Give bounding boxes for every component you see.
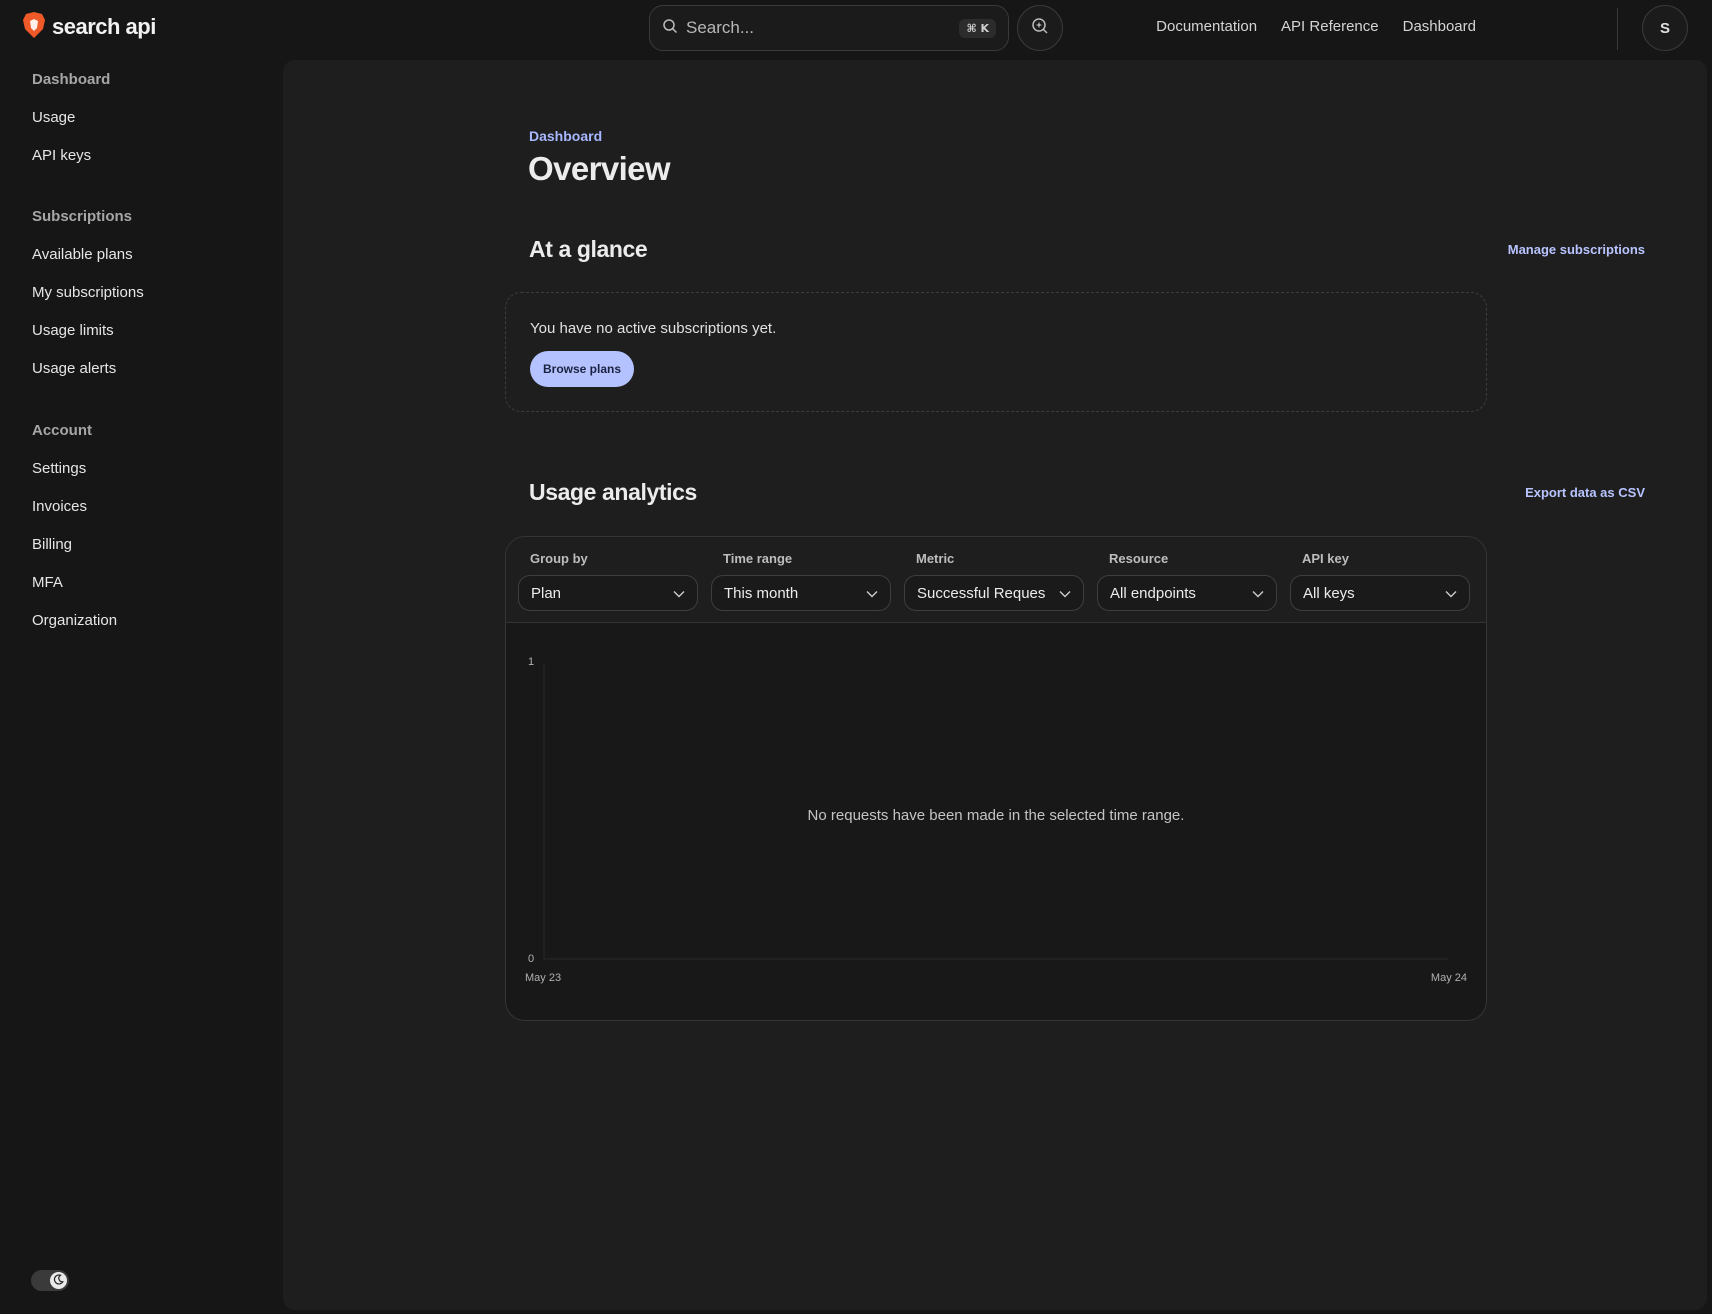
filter-label: Resource — [1109, 551, 1169, 566]
search-box[interactable]: ⌘ K — [649, 5, 1009, 51]
x-tick-label: May 23 — [525, 972, 562, 984]
x-tick-label: May 24 — [1430, 972, 1467, 984]
analytics-card: Group by Plan Time range This month Metr… — [505, 536, 1487, 1021]
sidebar: Dashboard Usage API keys Subscriptions A… — [0, 56, 283, 1314]
user-avatar-button[interactable]: S — [1642, 5, 1688, 51]
moon-icon — [53, 1272, 64, 1290]
filter-group-by: Group by Plan — [518, 551, 698, 611]
group-by-select[interactable]: Plan — [518, 575, 698, 611]
sidebar-item-settings[interactable]: Settings — [32, 460, 86, 477]
chevron-down-icon — [1445, 585, 1457, 602]
search-shortcut-badge: ⌘ K — [959, 18, 996, 38]
sidebar-group-account: Account — [32, 422, 92, 439]
chevron-down-icon — [866, 585, 878, 602]
select-value: All keys — [1303, 584, 1355, 602]
sidebar-item-usage-limits[interactable]: Usage limits — [32, 322, 114, 339]
select-value: Successful Reques — [917, 584, 1046, 602]
search-icon — [662, 18, 678, 39]
sidebar-item-usage-alerts[interactable]: Usage alerts — [32, 360, 116, 377]
sidebar-item-mfa[interactable]: MFA — [32, 574, 63, 591]
sidebar-item-usage[interactable]: Usage — [32, 109, 75, 126]
filter-label: API key — [1302, 551, 1349, 566]
filter-label: Time range — [723, 551, 793, 566]
brand-name: search api — [52, 14, 156, 39]
filter-label: Group by — [530, 551, 588, 566]
theme-knob — [50, 1272, 67, 1289]
no-subscriptions-message: You have no active subscriptions yet. — [530, 320, 777, 337]
filter-label: Metric — [916, 551, 955, 566]
search-input[interactable] — [686, 18, 960, 38]
nav-dashboard[interactable]: Dashboard — [1403, 18, 1476, 35]
nav-documentation[interactable]: Documentation — [1156, 18, 1257, 35]
top-bar: search api ⌘ K Documentation API Referen… — [0, 0, 1712, 56]
filters-bar: Group by Plan Time range This month Metr… — [506, 537, 1486, 623]
usage-chart: 1 0 May 23 May 24 No requests have been … — [506, 623, 1486, 1020]
sidebar-item-invoices[interactable]: Invoices — [32, 498, 87, 515]
analytics-title: Usage analytics — [529, 479, 697, 505]
page-title: Overview — [528, 150, 671, 187]
resource-select[interactable]: All endpoints — [1097, 575, 1277, 611]
chevron-down-icon — [1252, 585, 1264, 602]
manage-subscriptions-link[interactable]: Manage subscriptions — [1508, 242, 1645, 257]
export-csv-link[interactable]: Export data as CSV — [1525, 485, 1645, 500]
filter-resource: Resource All endpoints — [1097, 551, 1277, 611]
y-tick-label: 1 — [528, 656, 535, 668]
filter-time-range: Time range This month — [711, 551, 891, 611]
filter-metric: Metric Successful Reques — [904, 551, 1084, 611]
breadcrumb[interactable]: Dashboard — [529, 128, 602, 144]
subscriptions-card: You have no active subscriptions yet. Br… — [505, 292, 1487, 412]
time-range-select[interactable]: This month — [711, 575, 891, 611]
chevron-down-icon — [1059, 585, 1071, 602]
sidebar-item-my-subscriptions[interactable]: My subscriptions — [32, 284, 144, 301]
theme-toggle[interactable] — [31, 1270, 69, 1291]
nav-api-reference[interactable]: API Reference — [1281, 18, 1379, 35]
select-value: This month — [724, 584, 799, 602]
select-value: Plan — [531, 584, 562, 602]
filter-api-key: API key All keys — [1290, 551, 1470, 611]
sparkle-search-icon — [1031, 17, 1049, 40]
sidebar-item-api-keys[interactable]: API keys — [32, 147, 91, 164]
sidebar-item-available-plans[interactable]: Available plans — [32, 246, 133, 263]
sidebar-item-organization[interactable]: Organization — [32, 612, 117, 629]
select-value: All endpoints — [1110, 584, 1196, 602]
sidebar-group-subscriptions: Subscriptions — [32, 208, 133, 225]
glance-title: At a glance — [529, 236, 648, 262]
metric-select[interactable]: Successful Reques — [904, 575, 1084, 611]
main-panel: Dashboard Overview At a glance Manage su… — [283, 60, 1707, 1310]
brand-logo[interactable]: search api — [22, 11, 156, 44]
ai-search-button[interactable] — [1017, 5, 1063, 51]
top-nav: Documentation API Reference Dashboard — [1156, 18, 1476, 35]
api-key-select[interactable]: All keys — [1290, 575, 1470, 611]
chevron-down-icon — [673, 585, 685, 602]
y-tick-label: 0 — [528, 953, 535, 965]
browse-plans-button[interactable]: Browse plans — [530, 351, 635, 387]
nav-divider — [1617, 8, 1618, 50]
sidebar-item-billing[interactable]: Billing — [32, 536, 72, 553]
sidebar-group-dashboard: Dashboard — [32, 71, 111, 88]
lion-logo-icon — [22, 11, 46, 44]
empty-chart-message: No requests have been made in the select… — [807, 807, 1185, 824]
